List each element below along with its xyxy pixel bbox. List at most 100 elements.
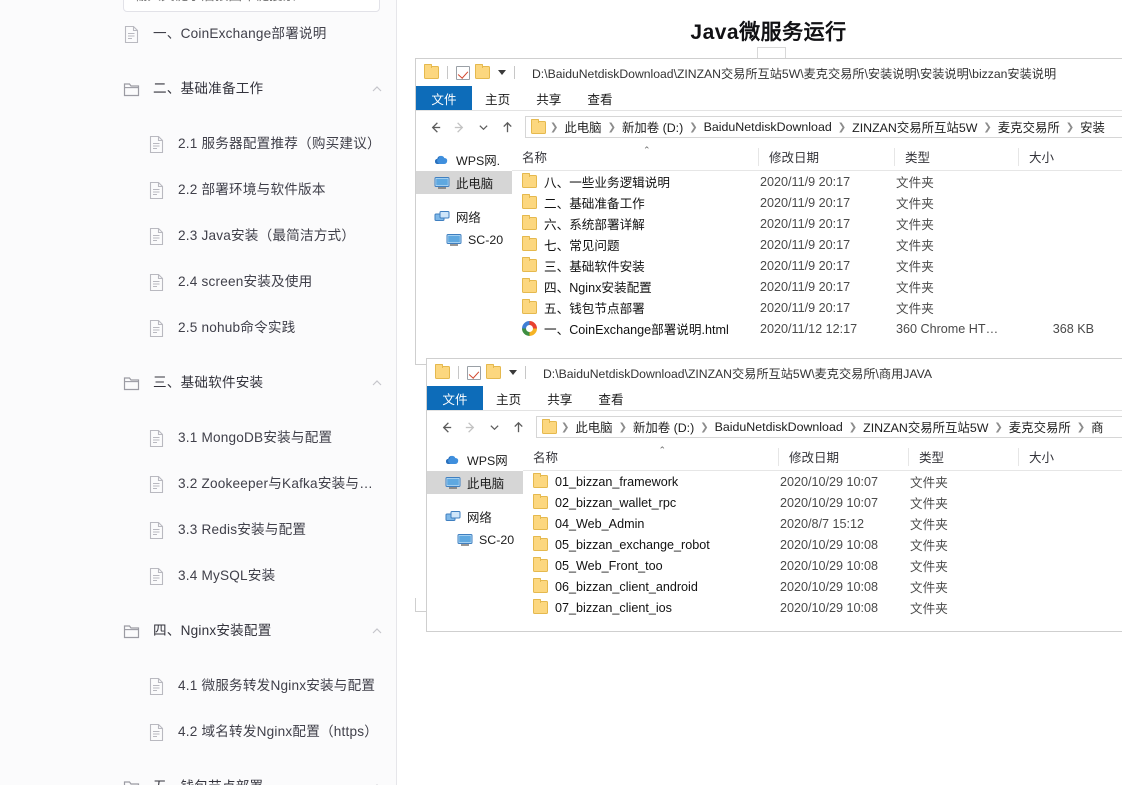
file-name: 06_bizzan_client_android (555, 579, 698, 594)
column-header[interactable]: 类型 (908, 447, 1018, 466)
toc-item-row[interactable]: 3.4 MySQL安装 (0, 556, 396, 596)
nav-pane-item[interactable]: WPS网 (427, 448, 523, 471)
chevron-down-icon[interactable] (509, 370, 517, 375)
nav-pane-item[interactable]: 此电脑 (427, 471, 523, 494)
folder-icon[interactable] (424, 64, 439, 79)
file-row[interactable]: 05_Web_Front_too 2020/10/29 10:08 文件夹 (523, 555, 1122, 576)
breadcrumb-item[interactable]: 此电脑 (571, 418, 616, 436)
ribbon-tab-1[interactable]: 主页 (483, 386, 534, 410)
nav-pane-item[interactable]: 网络 (416, 205, 512, 228)
nav-pane-item[interactable]: SC-20 (427, 528, 523, 551)
nav-pane-item[interactable]: WPS网. (416, 148, 512, 171)
breadcrumb-item[interactable]: 麦克交易所 (994, 118, 1064, 136)
toc-group-row[interactable]: 五、钱包节点部署 (0, 767, 396, 785)
recent-locations-icon[interactable] (483, 416, 505, 438)
file-row[interactable]: 四、Nginx安装配置 2020/11/9 20:17 文件夹 (512, 276, 1122, 297)
file-row[interactable]: 六、系统部署详解 2020/11/9 20:17 文件夹 (512, 213, 1122, 234)
file-row[interactable]: 八、一些业务逻辑说明 2020/11/9 20:17 文件夹 (512, 171, 1122, 192)
ribbon-tab-3[interactable]: 查看 (585, 386, 636, 410)
chevron-up-icon[interactable] (371, 625, 383, 637)
breadcrumb-item[interactable]: 新加卷 (D:) (618, 118, 687, 136)
folder-icon[interactable] (435, 364, 450, 379)
ribbon-tab-0[interactable]: 文件 (427, 386, 483, 410)
forward-button[interactable] (459, 416, 481, 438)
breadcrumb-item[interactable]: 安装 (1076, 118, 1109, 136)
document-icon (148, 567, 165, 586)
new-folder-icon[interactable] (475, 64, 490, 79)
file-row[interactable]: 07_bizzan_client_ios 2020/10/29 10:08 文件夹 (523, 597, 1122, 618)
breadcrumb-item[interactable]: 此电脑 (560, 118, 605, 136)
properties-icon[interactable] (456, 65, 470, 80)
toc-item-row[interactable]: 一、CoinExchange部署说明 (0, 14, 396, 54)
search-box[interactable] (123, 0, 380, 12)
search-input[interactable] (124, 0, 379, 11)
document-icon (148, 273, 165, 292)
up-button[interactable] (496, 116, 518, 138)
toc-group-row[interactable]: 三、基础软件安装 (0, 363, 396, 403)
file-date: 2020/11/12 12:17 (760, 321, 858, 336)
toc-item-row[interactable]: 3.2 Zookeeper与Kafka安装与… (0, 464, 396, 504)
forward-button[interactable] (448, 116, 470, 138)
breadcrumb-item[interactable]: ZINZAN交易所互站5W (859, 418, 992, 436)
file-row[interactable]: 五、钱包节点部署 2020/11/9 20:17 文件夹 (512, 297, 1122, 318)
address-bar-1[interactable]: ❯ 此电脑 ❯ 新加卷 (D:) ❯ BaiduNetdiskDownload ❯ ZINZA… (525, 116, 1122, 138)
file-row[interactable]: 二、基础准备工作 2020/11/9 20:17 文件夹 (512, 192, 1122, 213)
toc-item-row[interactable]: 2.4 screen安装及使用 (0, 262, 396, 302)
ribbon-tab-2[interactable]: 共享 (534, 386, 585, 410)
toc-item-row[interactable]: 2.1 服务器配置推荐（购买建议） (0, 124, 396, 164)
toc-item-label: 2.3 Java安装（最简洁方式） (178, 227, 356, 243)
toc-item-row[interactable]: 2.3 Java安装（最简洁方式） (0, 216, 396, 256)
column-header[interactable]: 大小 (1018, 147, 1106, 166)
new-folder-icon[interactable] (486, 364, 501, 379)
column-header[interactable]: 类型 (894, 147, 1018, 166)
file-row[interactable]: 三、基础软件安装 2020/11/9 20:17 文件夹 (512, 255, 1122, 276)
toc-group-row[interactable]: 四、Nginx安装配置 (0, 611, 396, 651)
column-header[interactable]: 大小 (1018, 447, 1106, 466)
toc-item-row[interactable]: 2.2 部署环境与软件版本 (0, 170, 396, 210)
breadcrumb-item[interactable]: ZINZAN交易所互站5W (848, 118, 981, 136)
breadcrumb-item[interactable]: BaiduNetdiskDownload (711, 420, 847, 434)
breadcrumb-separator: ❯ (689, 121, 698, 133)
column-header[interactable]: 名称 (523, 448, 778, 466)
up-button[interactable] (507, 416, 529, 438)
file-row[interactable]: 02_bizzan_wallet_rpc 2020/10/29 10:07 文件夹 (523, 492, 1122, 513)
toc-item-row[interactable]: 3.1 MongoDB安装与配置 (0, 418, 396, 458)
file-row[interactable]: 06_bizzan_client_android 2020/10/29 10:08… (523, 576, 1122, 597)
file-row[interactable]: 七、常见问题 2020/11/9 20:17 文件夹 (512, 234, 1122, 255)
column-header[interactable]: 修改日期 (758, 147, 894, 166)
chevron-down-icon[interactable] (498, 70, 506, 75)
breadcrumb-separator: ❯ (1076, 421, 1086, 433)
breadcrumb-item[interactable]: 新加卷 (D:) (629, 418, 698, 436)
breadcrumb-item[interactable]: BaiduNetdiskDownload (700, 120, 836, 134)
file-row[interactable]: 一、CoinExchange部署说明.html 2020/11/12 12:17 3… (512, 318, 1122, 339)
toc-item-row[interactable]: 2.5 nohub命令实践 (0, 308, 396, 348)
nav-pane-item[interactable]: 网络 (427, 505, 523, 528)
toc-item-row[interactable]: 4.1 微服务转发Nginx安装与配置 (0, 666, 396, 706)
file-name: 四、Nginx安装配置 (544, 281, 652, 295)
chevron-up-icon[interactable] (371, 377, 383, 389)
breadcrumb-item[interactable]: 麦克交易所 (1005, 418, 1075, 436)
properties-icon[interactable] (467, 365, 481, 380)
chevron-up-icon[interactable] (371, 83, 383, 95)
toc-item-row[interactable]: 3.3 Redis安装与配置 (0, 510, 396, 550)
nav-pane-item[interactable]: 此电脑 (416, 171, 512, 194)
file-row[interactable]: 04_Web_Admin 2020/8/7 15:12 文件夹 (523, 513, 1122, 534)
back-button[interactable] (424, 116, 446, 138)
ribbon-tab-3[interactable]: 查看 (574, 86, 625, 110)
column-header[interactable]: 修改日期 (778, 447, 908, 466)
address-bar-2[interactable]: ❯ 此电脑 ❯ 新加卷 (D:) ❯ BaiduNetdiskDownload ❯ ZINZA… (536, 416, 1122, 438)
toc-item-row[interactable]: 4.2 域名转发Nginx配置（https） (0, 712, 396, 752)
ribbon-tab-1[interactable]: 主页 (472, 86, 523, 110)
column-header[interactable]: 名称 (512, 148, 758, 166)
back-button[interactable] (435, 416, 457, 438)
file-name-cell: 01_bizzan_framework (523, 473, 778, 489)
nav-pane-item[interactable]: SC-20 (416, 228, 512, 251)
chevron-up-icon[interactable] (371, 781, 383, 785)
breadcrumb-item[interactable]: 商 (1087, 418, 1107, 436)
file-row[interactable]: 05_bizzan_exchange_robot 2020/10/29 10:08… (523, 534, 1122, 555)
toc-group-row[interactable]: 二、基础准备工作 (0, 69, 396, 109)
ribbon-tab-0[interactable]: 文件 (416, 86, 472, 110)
ribbon-tab-2[interactable]: 共享 (523, 86, 574, 110)
recent-locations-icon[interactable] (472, 116, 494, 138)
file-row[interactable]: 01_bizzan_framework 2020/10/29 10:07 文件夹 (523, 471, 1122, 492)
